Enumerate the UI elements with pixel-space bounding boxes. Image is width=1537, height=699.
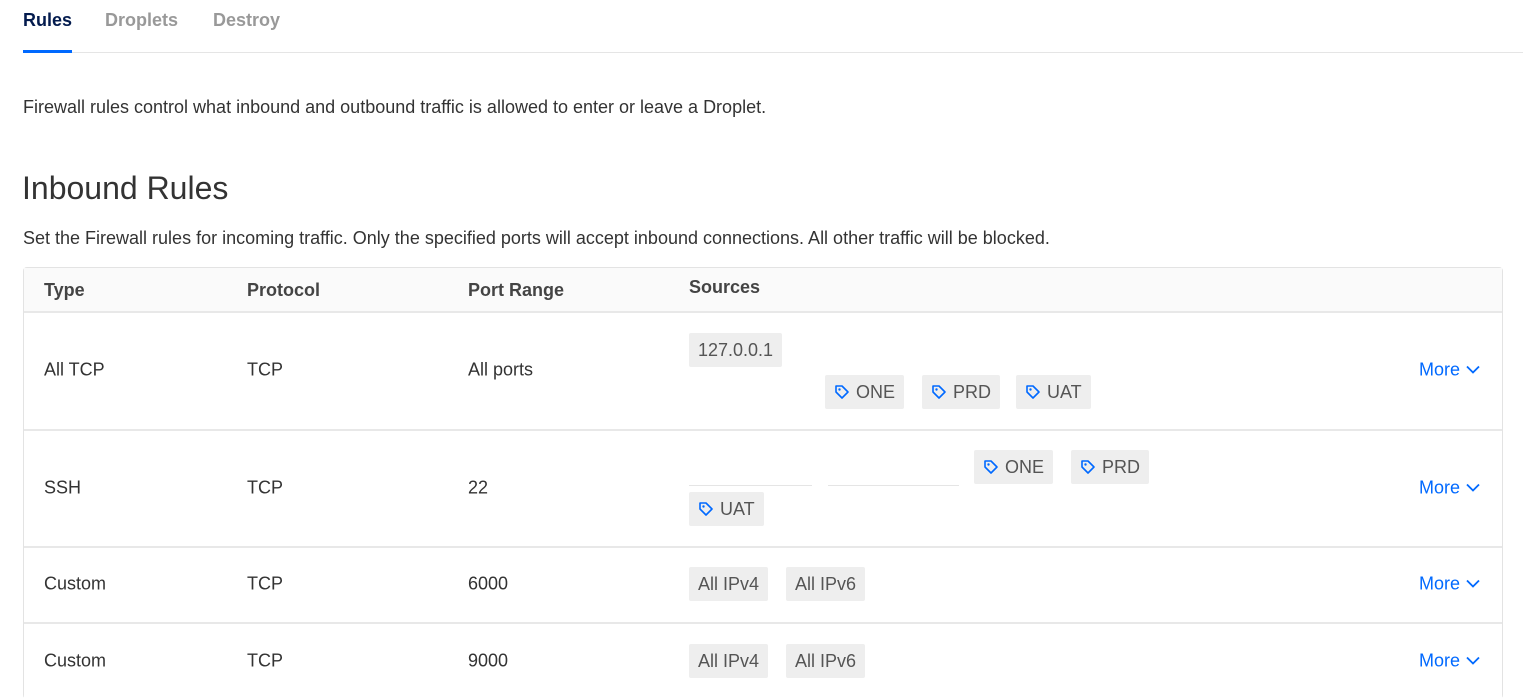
tag-label: UAT (1047, 382, 1082, 402)
tab-destroy[interactable]: Destroy (213, 10, 280, 31)
source-tag-chip: UAT (1016, 375, 1091, 409)
tag-icon (1081, 459, 1095, 474)
more-dropdown-button[interactable]: More (1419, 574, 1480, 595)
table-header: Type Protocol Port Range Sources (24, 268, 1502, 313)
tab-rules[interactable]: Rules (23, 10, 72, 31)
inbound-rules-table: Type Protocol Port Range Sources All TCP… (23, 267, 1503, 699)
active-tab-indicator (23, 50, 72, 53)
tab-bar: Rules Droplets Destroy (23, 0, 1523, 53)
chevron-down-icon (1466, 579, 1480, 588)
source-tag-chip: PRD (1071, 450, 1150, 484)
source-ip-chip: 127.0.0.1 (689, 333, 783, 367)
inbound-rules-description: Set the Firewall rules for incoming traf… (23, 228, 1050, 248)
table-row: Custom TCP 6000 All IPv4 All IPv6 More (24, 548, 1502, 624)
source-chip: All IPv6 (786, 567, 866, 601)
more-dropdown-button[interactable]: More (1419, 651, 1480, 672)
more-label: More (1418, 573, 1460, 594)
source-chip: All IPv4 (689, 644, 769, 678)
tab-droplets[interactable]: Droplets (105, 10, 178, 31)
source-placeholder (828, 451, 959, 486)
rule-type: Custom (44, 573, 107, 594)
rule-port-range: 22 (468, 477, 489, 498)
rule-type: Custom (44, 650, 107, 671)
table-row: All TCP TCP All ports 127.0.0.1 ONE PRD … (24, 313, 1502, 431)
source-tag-chip: UAT (689, 492, 764, 526)
column-header-type: Type (44, 280, 85, 300)
tag-icon (984, 459, 998, 474)
source-chip: All IPv4 (689, 567, 769, 601)
table-row: SSH TCP 22 ONE PRD UAT More (24, 431, 1502, 548)
source-placeholder (689, 451, 812, 486)
tag-label: PRD (1102, 457, 1141, 477)
column-header-port-range: Port Range (468, 280, 565, 300)
tag-label: ONE (1005, 457, 1045, 477)
chevron-down-icon (1466, 483, 1480, 492)
rule-port-range: All ports (468, 359, 534, 380)
rule-port-range: 9000 (468, 650, 509, 671)
table-row: Custom TCP 9000 All IPv4 All IPv6 More (24, 624, 1502, 699)
inbound-rules-title: Inbound Rules (22, 170, 229, 206)
more-dropdown-button[interactable]: More (1419, 360, 1480, 381)
source-chip: All IPv6 (786, 644, 866, 678)
firewall-intro-text: Firewall rules control what inbound and … (23, 97, 767, 117)
tag-label: ONE (856, 382, 896, 402)
column-header-sources: Sources (689, 277, 761, 297)
source-tag-chip: ONE (825, 375, 905, 409)
tag-icon (1026, 384, 1040, 399)
chevron-down-icon (1466, 656, 1480, 665)
more-dropdown-button[interactable]: More (1419, 478, 1480, 499)
source-tag-chip: ONE (974, 450, 1054, 484)
tag-label: UAT (720, 499, 755, 519)
rule-port-range: 6000 (468, 573, 509, 594)
rule-type: All TCP (44, 359, 105, 380)
more-label: More (1418, 359, 1460, 380)
rule-protocol: TCP (247, 573, 283, 594)
more-label: More (1418, 650, 1460, 671)
rule-type: SSH (44, 477, 82, 498)
rule-protocol: TCP (247, 359, 283, 380)
chevron-down-icon (1466, 365, 1480, 374)
more-label: More (1418, 477, 1460, 498)
rule-protocol: TCP (247, 477, 283, 498)
tag-icon (932, 384, 946, 399)
source-tag-chip: PRD (922, 375, 1001, 409)
rule-protocol: TCP (247, 650, 283, 671)
column-header-protocol: Protocol (247, 280, 321, 300)
tag-label: PRD (953, 382, 992, 402)
tag-icon (699, 501, 713, 516)
tag-icon (835, 384, 849, 399)
